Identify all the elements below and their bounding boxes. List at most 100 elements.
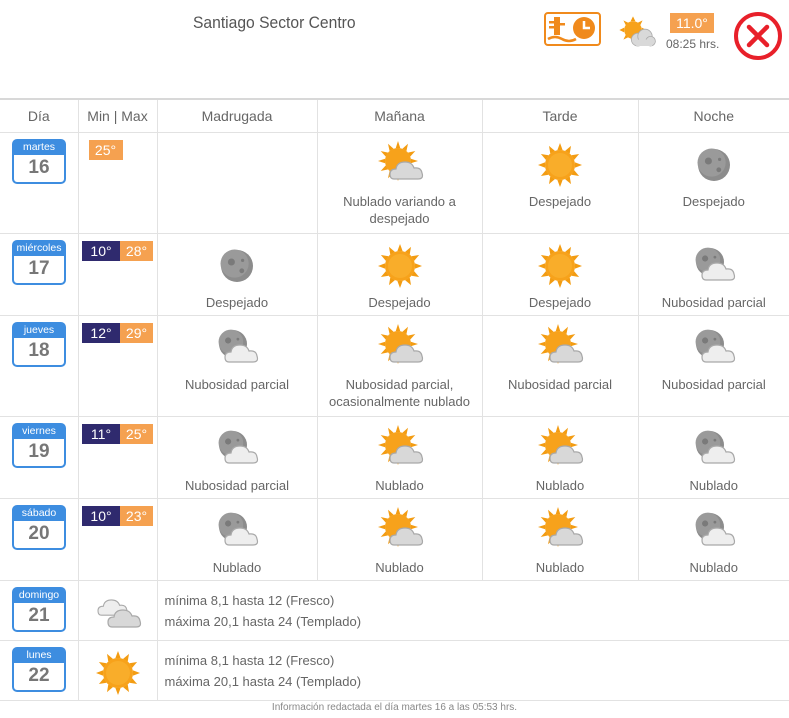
- sun-cloud-icon: [538, 506, 584, 547]
- sun-cloud-icon: [538, 323, 584, 364]
- table-row: jueves 18 12° 29° Nubosidad parcial Nubos…: [0, 315, 789, 417]
- period-cell: Nublado: [157, 498, 318, 581]
- column-header: Día: [0, 98, 79, 133]
- min-temp-badge: 10°: [82, 505, 120, 526]
- sun-icon: [538, 142, 582, 187]
- day-cell: martes 16: [0, 132, 79, 234]
- max-temp-badge: 28°: [120, 240, 153, 261]
- day-number: 17: [28, 257, 50, 279]
- period-cell: Nublado variando a despejado: [317, 132, 483, 234]
- max-temp-badge: 25°: [120, 423, 153, 444]
- min-summary: mínima 8,1 hasta 12 (Fresco): [164, 652, 335, 668]
- moon-cloud-icon: [695, 247, 735, 281]
- current-temperature: 11.0°: [670, 13, 714, 33]
- day-cell: sábado 20: [0, 498, 79, 581]
- table-row: viernes 19 11° 25° Nubosidad parcial Nubl…: [0, 416, 789, 499]
- period-cell: Despejado: [638, 132, 789, 234]
- weather-label: Nubosidad parcial: [661, 294, 766, 310]
- column-header: Mañana: [317, 98, 483, 133]
- weather-label: Nublado variando a despejado: [343, 193, 456, 226]
- day-name: sábado: [14, 506, 64, 521]
- period-cell: Nublado: [317, 416, 483, 499]
- day-name: lunes: [14, 648, 64, 663]
- max-temp-badge: 25°: [88, 139, 123, 160]
- period-cell: Despejado: [482, 233, 639, 316]
- period-cell: [157, 132, 318, 234]
- sun-icon: [538, 243, 582, 288]
- day-name: domingo: [14, 588, 64, 603]
- column-header: Tarde: [482, 98, 639, 133]
- day-name: martes: [14, 140, 64, 155]
- column-header: Madrugada: [157, 98, 318, 133]
- day-badge: jueves 18: [12, 321, 66, 367]
- day-number: 19: [28, 440, 50, 462]
- day-badge: lunes 22: [12, 646, 66, 692]
- max-temp-badge: 29°: [120, 322, 153, 343]
- weather-label: Despejado: [528, 294, 592, 310]
- period-cell: Despejado: [482, 132, 639, 234]
- moon-cloud-icon: [695, 430, 735, 464]
- sun-cloud-icon: [538, 424, 584, 465]
- day-cell: jueves 18: [0, 315, 79, 417]
- extended-icon-cell: [78, 640, 158, 701]
- table-row: miércoles 17 10° 28° Despejado Despejado De…: [0, 233, 789, 316]
- weather-label: Nublado: [689, 559, 738, 575]
- min-temp-badge: 10°: [82, 240, 120, 261]
- weather-label: Nubosidad parcial: [507, 376, 613, 392]
- close-icon: [734, 12, 782, 60]
- max-summary: máxima 20,1 hasta 24 (Templado): [164, 673, 362, 689]
- min-summary: mínima 8,1 hasta 12 (Fresco): [164, 592, 335, 608]
- day-name: miércoles: [14, 241, 64, 256]
- moon-icon: [220, 249, 253, 282]
- period-cell: Nubosidad parcial: [157, 416, 318, 499]
- min-max-cell: 10° 23°: [78, 498, 158, 581]
- min-temp-badge: 11°: [82, 423, 120, 444]
- period-cell: Nublado: [482, 498, 639, 581]
- period-cell: Nublado: [638, 416, 789, 499]
- moon-cloud-icon: [695, 329, 735, 363]
- station-clock-icon[interactable]: [544, 12, 601, 46]
- min-temp-badge: 12°: [82, 322, 120, 343]
- sun-cloud-icon: [377, 424, 423, 465]
- weather-label: Nubosidad parcial: [184, 376, 290, 392]
- weather-label: Nubosidad parcial: [661, 376, 766, 392]
- day-number: 16: [28, 156, 50, 178]
- max-temp-badge: 23°: [120, 505, 153, 526]
- table-row: lunes 22 mínima 8,1 hasta 12 (Fresco) má…: [0, 640, 789, 701]
- day-number: 21: [28, 604, 50, 626]
- moon-cloud-icon: [218, 430, 259, 464]
- sun-icon: [377, 243, 422, 288]
- min-max-cell: 10° 28°: [78, 233, 158, 316]
- weather-label: Nublado: [375, 477, 424, 493]
- period-cell: Nublado: [482, 416, 639, 499]
- sun-cloud-icon: [377, 506, 423, 547]
- clouds-icon: [96, 598, 141, 628]
- day-number: 18: [28, 339, 50, 361]
- day-name: jueves: [14, 323, 64, 338]
- forecast-table: Día Min | Max Madrugada Mañana Tarde Noc…: [0, 98, 789, 701]
- column-header: Noche: [638, 98, 789, 133]
- moon-icon: [697, 148, 730, 181]
- moon-cloud-icon: [218, 329, 259, 363]
- period-cell: Nubosidad parcial: [157, 315, 318, 417]
- min-max-cell: 25°: [78, 132, 158, 234]
- day-badge: viernes 19: [12, 422, 66, 468]
- day-cell: domingo 21: [0, 580, 79, 641]
- weather-label: Nublado: [375, 559, 424, 575]
- moon-cloud-icon: [218, 512, 259, 546]
- period-cell: Nubosidad parcial: [638, 315, 789, 417]
- weather-label: Nubosidad parcial: [184, 477, 290, 493]
- weather-label: Despejado: [205, 294, 269, 310]
- day-number: 20: [28, 522, 50, 544]
- period-cell: Nublado: [317, 498, 483, 581]
- sun-cloud-icon: [377, 323, 423, 364]
- extended-summary: mínima 8,1 hasta 12 (Fresco) máxima 20,1…: [157, 640, 789, 701]
- day-badge: miércoles 17: [12, 239, 66, 285]
- table-row: domingo 21 mínima 8,1 hasta 12 (Fresco) …: [0, 580, 789, 641]
- table-header-row: Día Min | Max Madrugada Mañana Tarde Noc…: [0, 98, 789, 133]
- close-button[interactable]: [733, 11, 783, 61]
- extended-icon-cell: [78, 580, 158, 641]
- period-cell: Nublado: [638, 498, 789, 581]
- moon-cloud-icon: [695, 512, 735, 546]
- day-cell: viernes 19: [0, 416, 79, 499]
